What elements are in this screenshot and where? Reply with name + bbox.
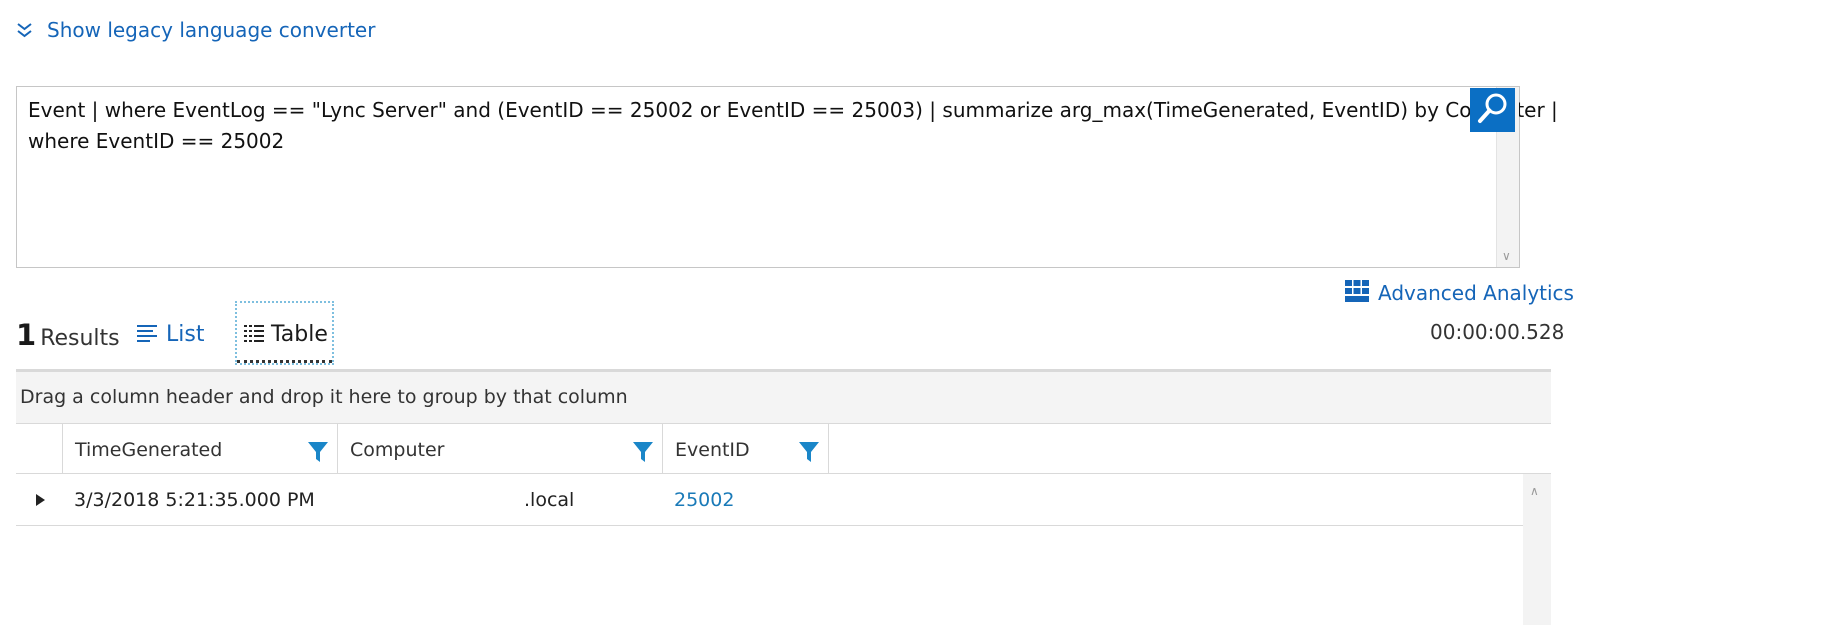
grid-header: TimeGenerated Computer EventID xyxy=(16,423,1523,474)
double-chevron-down-icon xyxy=(16,22,33,38)
filter-icon[interactable] xyxy=(632,441,654,467)
cell-timegenerated: 3/3/2018 5:21:35.000 PM xyxy=(74,489,315,511)
advanced-analytics-link[interactable]: Advanced Analytics xyxy=(1345,280,1574,306)
filter-icon[interactable] xyxy=(798,441,820,467)
group-by-hint: Drag a column header and drop it here to… xyxy=(20,386,628,408)
header-expander-cell xyxy=(16,424,63,473)
elapsed-time: 00:00:00.528 xyxy=(1430,320,1565,344)
cell-eventid-link[interactable]: 25002 xyxy=(674,489,734,511)
scroll-up-icon[interactable]: ∧ xyxy=(1530,484,1539,498)
query-text[interactable]: Event | where EventLog == "Lync Server" … xyxy=(28,95,1558,157)
scroll-down-icon[interactable]: ∨ xyxy=(1502,249,1511,263)
table-row[interactable]: 3/3/2018 5:21:35.000 PM .local 25002 xyxy=(16,474,1523,526)
expand-row-icon[interactable] xyxy=(36,494,45,506)
table-icon xyxy=(244,324,264,346)
legacy-converter-toggle[interactable]: Show legacy language converter xyxy=(16,18,375,42)
column-header-eventid[interactable]: EventID xyxy=(663,424,829,473)
list-icon xyxy=(136,324,158,346)
tab-list[interactable]: List xyxy=(136,322,204,347)
tab-table[interactable]: Table xyxy=(235,301,334,365)
query-line-1: Event | where EventLog == "Lync Server" … xyxy=(28,98,1558,122)
query-editor[interactable]: Event | where EventLog == "Lync Server" … xyxy=(16,86,1558,268)
filter-icon[interactable] xyxy=(307,441,329,467)
results-count-number: 1 xyxy=(16,318,37,352)
legacy-converter-label: Show legacy language converter xyxy=(47,18,376,42)
results-count: 1 Results xyxy=(16,318,120,352)
query-line-2: where EventID == 25002 xyxy=(28,129,285,153)
column-header-computer[interactable]: Computer xyxy=(338,424,663,473)
tab-table-label: Table xyxy=(271,322,328,347)
active-tab-indicator xyxy=(237,360,332,363)
column-header-timegenerated[interactable]: TimeGenerated xyxy=(63,424,338,473)
grid-scrollbar[interactable]: ∧ xyxy=(1523,474,1551,625)
group-by-drop-zone[interactable]: Drag a column header and drop it here to… xyxy=(16,372,1551,423)
search-icon xyxy=(1476,91,1510,129)
column-header-label: EventID xyxy=(675,439,750,461)
advanced-analytics-label: Advanced Analytics xyxy=(1378,281,1574,305)
header-scroll-spacer xyxy=(1523,423,1551,474)
column-header-label: Computer xyxy=(350,439,445,461)
run-search-button[interactable] xyxy=(1470,88,1515,132)
cell-computer: .local xyxy=(524,489,575,511)
grid-apps-icon xyxy=(1345,280,1369,306)
column-header-label: TimeGenerated xyxy=(75,439,223,461)
tab-list-label: List xyxy=(166,322,205,347)
results-count-label: Results xyxy=(40,326,120,351)
